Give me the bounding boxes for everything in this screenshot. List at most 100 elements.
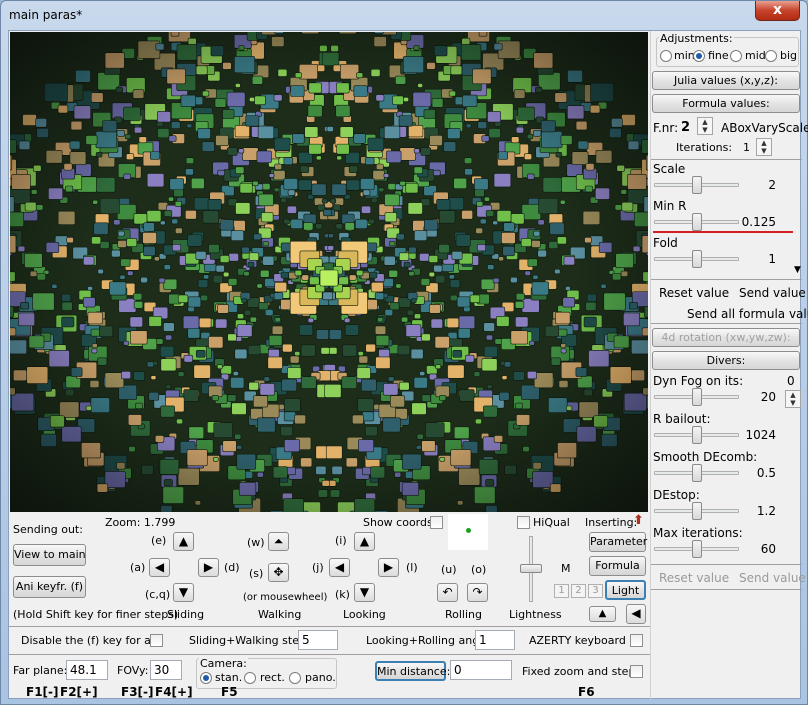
panel-separator-3 xyxy=(651,323,802,324)
formula-slider-label: Min R xyxy=(653,199,687,213)
fkey-f4: F4[+] xyxy=(155,685,193,699)
view-to-main-button[interactable]: View to main xyxy=(13,544,86,566)
iterations-spinner[interactable]: ▲ ▼ xyxy=(756,138,772,156)
camera-option-stan: stan. xyxy=(215,671,243,684)
title-bar[interactable]: main paras* x xyxy=(1,1,807,31)
sliding-step-input[interactable]: 5 xyxy=(298,630,338,650)
more-params-arrow-icon[interactable]: ▼ xyxy=(794,265,801,275)
sending-out-label: Sending out: xyxy=(13,523,83,536)
reset-value-link-2[interactable]: Reset value xyxy=(659,571,729,585)
adjustments-label: Adjustments: xyxy=(659,32,734,45)
far-plane-label: Far plane: xyxy=(13,664,68,677)
slide-up-arrow-icon[interactable]: ▲ xyxy=(173,532,194,551)
dyn-fog-start-value: 0 xyxy=(787,374,795,388)
slide-left-arrow-icon[interactable]: ◀ xyxy=(149,558,170,577)
formula-values-button[interactable]: Formula values: xyxy=(652,94,800,113)
fnr-spinner[interactable]: ▲ ▼ xyxy=(697,117,713,135)
walk-backward-icon[interactable]: ✥ xyxy=(268,563,289,582)
formula-slider-thumb[interactable] xyxy=(691,213,702,231)
close-button[interactable]: x xyxy=(755,1,800,21)
disable-f-checkbox[interactable] xyxy=(150,634,163,647)
disable-f-label: Disable the (f) key for ani xyxy=(21,634,161,647)
julia-values-button[interactable]: Julia values (x,y,z): xyxy=(652,71,800,90)
fixed-zoom-checkbox[interactable] xyxy=(630,665,643,678)
formula-slider-value: 1 xyxy=(768,252,776,266)
adjust-radio-fine[interactable] xyxy=(693,50,705,62)
fovy-input[interactable]: 30 xyxy=(150,660,182,680)
adjust-radio-min[interactable] xyxy=(660,50,672,62)
send-all-formula-values-link[interactable]: Send all formula values xyxy=(687,307,808,321)
lightness-thumb[interactable] xyxy=(520,564,542,573)
divers-slider-thumb[interactable] xyxy=(691,464,702,482)
adjust-radio-mid[interactable] xyxy=(730,50,742,62)
roll-left-icon[interactable]: ↶ xyxy=(437,583,458,602)
show-coords-label: Show coords xyxy=(363,516,433,529)
formula-slider-thumb[interactable] xyxy=(691,176,702,194)
divers-slider-label: Max iterations: xyxy=(653,526,743,540)
key-hint-w: (w) xyxy=(247,536,265,549)
min-distance-button[interactable]: Min distance: xyxy=(375,661,450,681)
slide-down-arrow-icon[interactable]: ▼ xyxy=(173,583,194,602)
iterations-label: Iterations: xyxy=(676,141,733,154)
ani-keyframe-button[interactable]: Ani keyfr. (f) xyxy=(13,576,86,598)
camera-radio-stan[interactable] xyxy=(200,672,212,684)
reset-value-link[interactable]: Reset value xyxy=(659,286,729,300)
panel-separator-5 xyxy=(651,589,802,590)
fkey-f6: F6 xyxy=(578,685,595,699)
key-hint-u: (u) xyxy=(441,563,457,576)
fkey-f1: F1[-] xyxy=(26,685,59,699)
divers-button[interactable]: Divers: xyxy=(652,351,800,370)
dyn-fog-spinner[interactable]: ▲ ▼ xyxy=(785,390,801,408)
formula-name: ABoxVaryScale xyxy=(721,121,808,135)
fkey-f2: F2[+] xyxy=(60,685,98,699)
min-distance-input[interactable]: 0 xyxy=(450,660,512,680)
divers-slider-label: DEstop: xyxy=(653,488,700,502)
azerty-checkbox[interactable] xyxy=(630,634,643,647)
camera-radio-pano[interactable] xyxy=(289,672,301,684)
formula-slider-label: Scale xyxy=(653,162,686,176)
parameter-button[interactable]: Parameter xyxy=(589,532,647,552)
number-button-2[interactable]: 2 xyxy=(571,584,586,598)
adjust-radio-big[interactable] xyxy=(765,50,777,62)
rotation-4d-button[interactable]: 4d rotation (xw,yw,zw): xyxy=(652,328,800,347)
collapse-up-icon[interactable]: ▲ xyxy=(589,606,616,622)
section-looking: Looking xyxy=(343,608,386,621)
adjust-option-min: min xyxy=(674,49,695,62)
number-button-1[interactable]: 1 xyxy=(554,584,569,598)
formula-slider-value: 0.125 xyxy=(741,215,776,229)
number-button-3[interactable]: 3 xyxy=(588,584,603,598)
hiqual-checkbox[interactable] xyxy=(517,516,530,529)
fkey-f5: F5 xyxy=(221,685,238,699)
divers-slider-thumb[interactable] xyxy=(691,426,702,444)
azerty-label: AZERTY keyboard xyxy=(529,634,626,647)
divers-slider-thumb[interactable] xyxy=(691,502,702,520)
formula-button[interactable]: Formula xyxy=(589,556,646,576)
show-coords-checkbox[interactable] xyxy=(430,516,443,529)
divers-slider-thumb[interactable] xyxy=(691,388,702,406)
light-button[interactable]: Light xyxy=(605,580,646,600)
slide-right-arrow-icon[interactable]: ▶ xyxy=(198,558,219,577)
inserting-label: Inserting: xyxy=(585,516,638,529)
key-hint-k: (k) xyxy=(335,588,350,601)
formula-slider-thumb[interactable] xyxy=(691,250,702,268)
panel-left-icon[interactable]: ◀ xyxy=(626,604,646,624)
look-up-arrow-icon[interactable]: ▲ xyxy=(354,532,375,551)
key-hint-cq: (c,q) xyxy=(145,588,171,601)
looking-angle-input[interactable]: 1 xyxy=(475,630,515,650)
formula-slider-value: 2 xyxy=(768,178,776,192)
fractal-image xyxy=(10,32,648,512)
divers-slider-thumb[interactable] xyxy=(691,540,702,558)
look-left-arrow-icon[interactable]: ◀ xyxy=(329,558,350,577)
look-right-arrow-icon[interactable]: ▶ xyxy=(378,558,399,577)
key-hint-i: (i) xyxy=(335,534,347,547)
roll-right-icon[interactable]: ↷ xyxy=(467,583,488,602)
send-value-link-2[interactable]: Send value xyxy=(739,571,806,585)
hold-shift-hint: (Hold Shift key for finer steps) xyxy=(13,608,179,621)
far-plane-input[interactable]: 48.1 xyxy=(66,660,108,680)
walk-forward-icon[interactable]: ⏶ xyxy=(268,532,289,551)
send-value-link[interactable]: Send value xyxy=(739,286,806,300)
camera-radio-rect[interactable] xyxy=(244,672,256,684)
look-down-arrow-icon[interactable]: ▼ xyxy=(354,583,375,602)
fixed-zoom-label: Fixed zoom and steps xyxy=(522,665,642,678)
fractal-render-view[interactable] xyxy=(10,32,648,512)
